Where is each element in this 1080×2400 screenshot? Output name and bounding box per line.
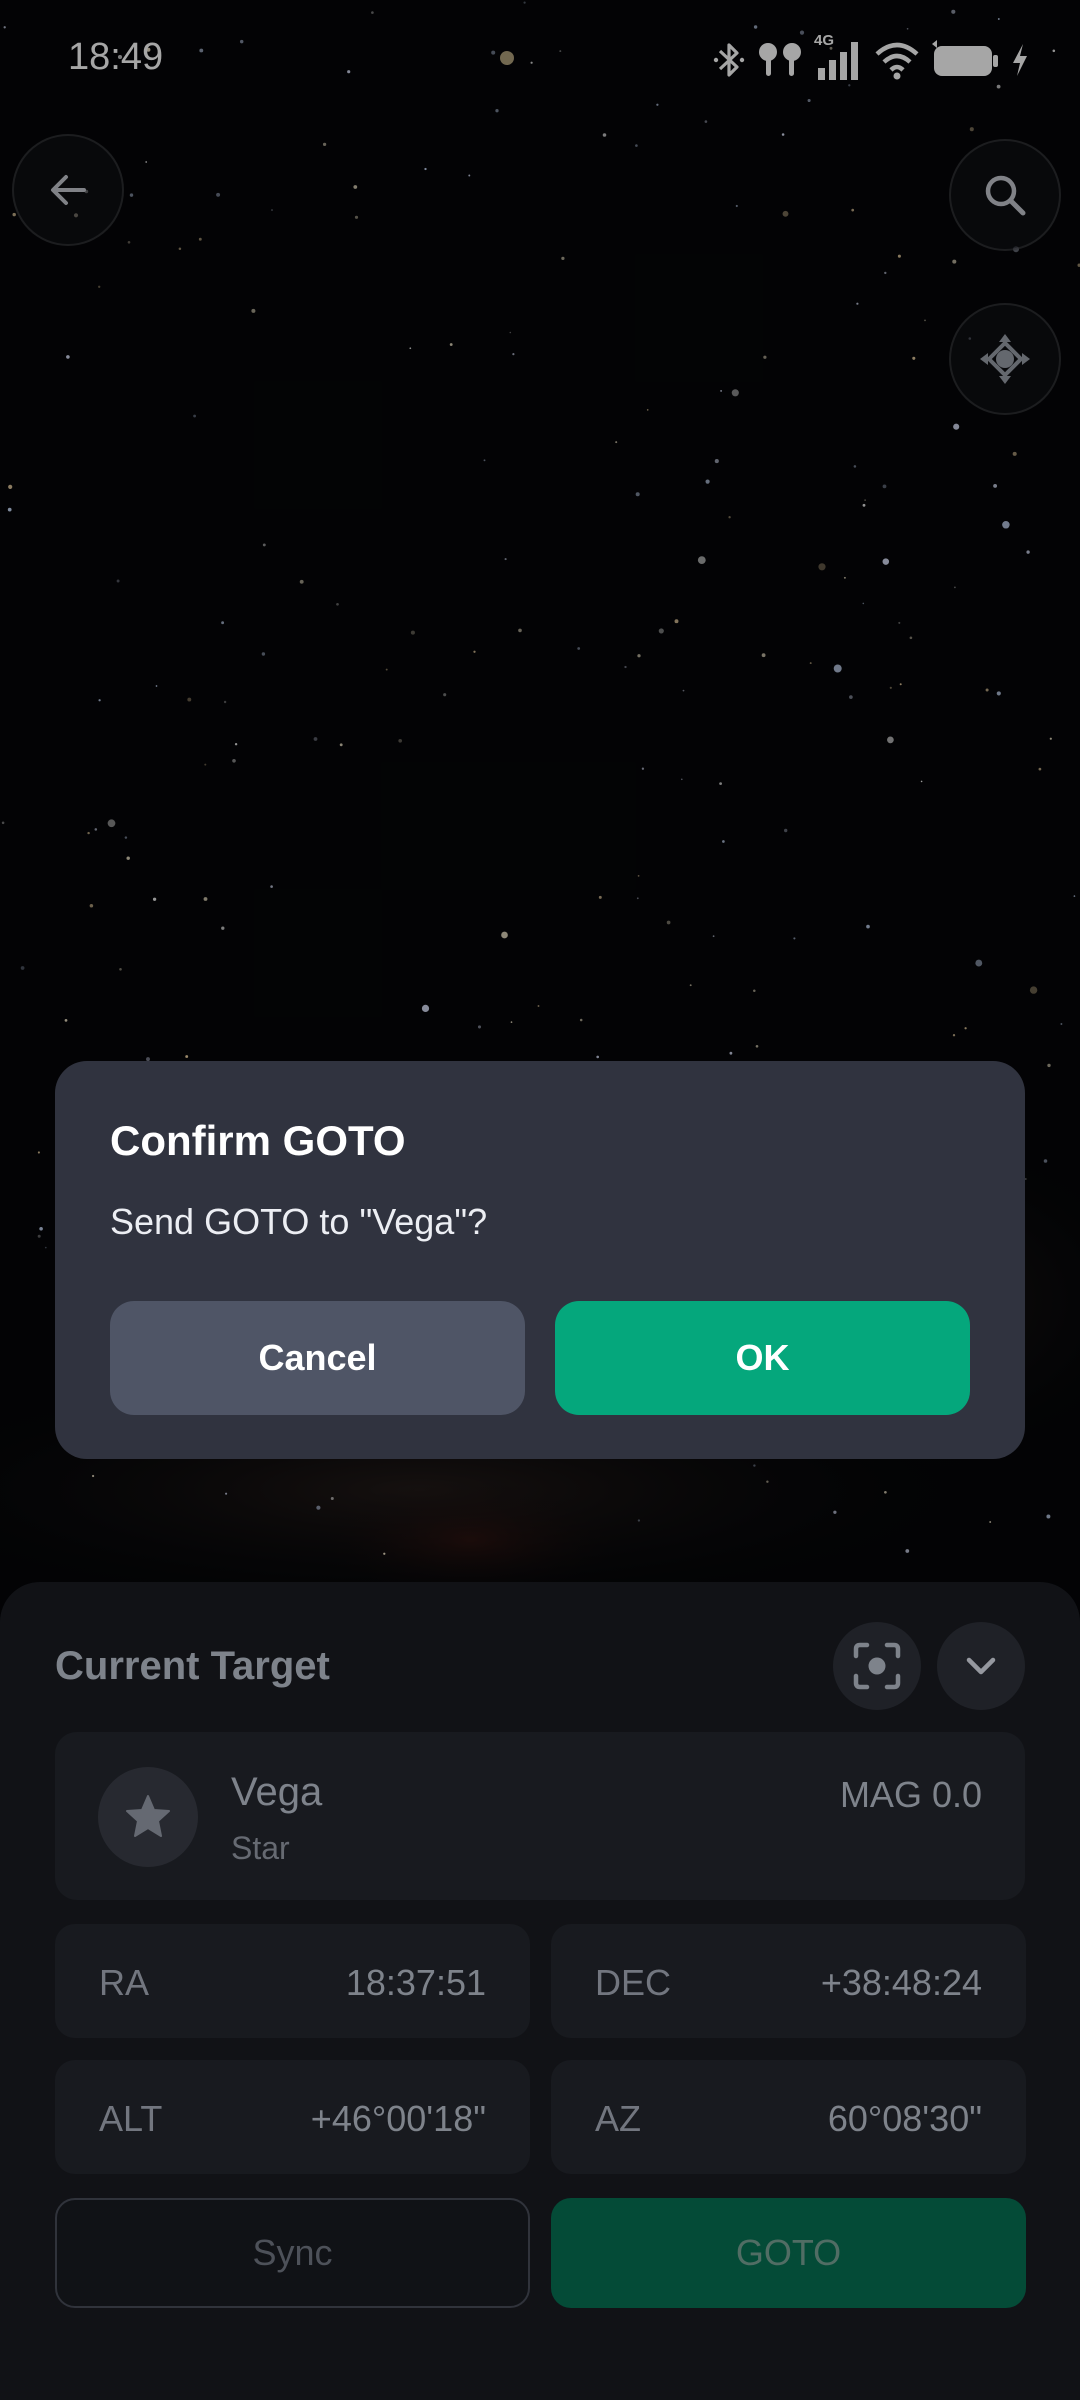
dialog-title: Confirm GOTO bbox=[110, 1117, 406, 1164]
dialog-message: Send GOTO to "Vega"? bbox=[110, 1201, 488, 1242]
cancel-button[interactable]: Cancel bbox=[110, 1301, 525, 1415]
ok-button[interactable]: OK bbox=[555, 1301, 970, 1415]
confirm-dialog: Confirm GOTO Send GOTO to "Vega"? Cancel… bbox=[55, 1061, 1025, 1459]
sheet-scrim bbox=[0, 1582, 1080, 2400]
